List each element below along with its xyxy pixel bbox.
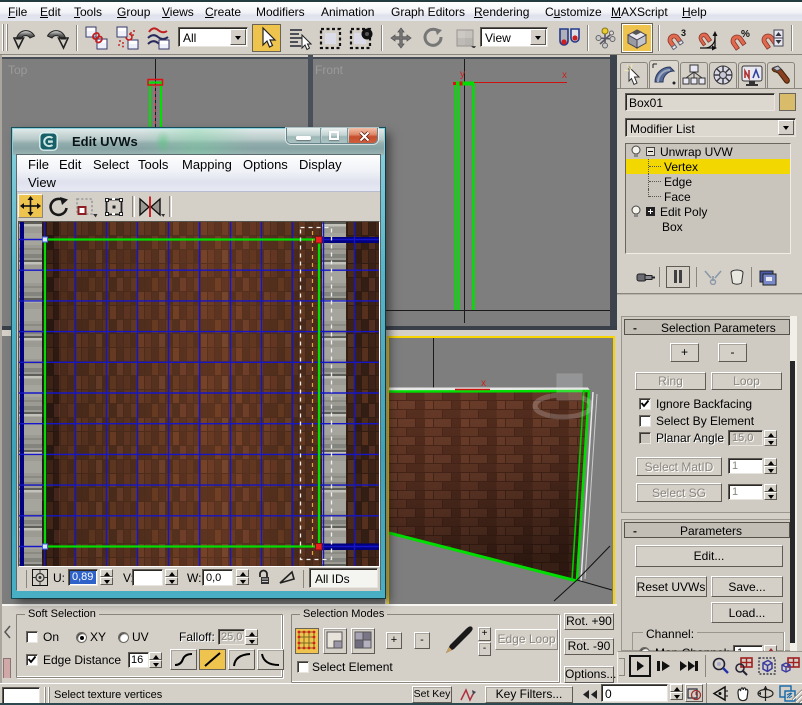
svg-text:3: 3 bbox=[681, 28, 686, 38]
svg-text:x: x bbox=[481, 378, 486, 389]
svg-text:%: % bbox=[741, 29, 750, 40]
svg-text:y: y bbox=[460, 69, 465, 80]
svg-text:x: x bbox=[562, 70, 567, 81]
